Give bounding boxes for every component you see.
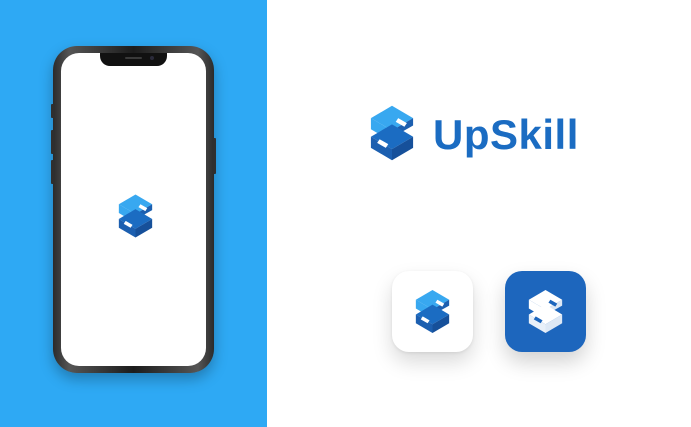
phone-camera-icon — [150, 56, 154, 60]
phone-mockup — [51, 46, 216, 373]
phone-speaker — [125, 57, 142, 59]
mockup-background-panel — [0, 0, 267, 427]
app-icon-dark-logo-icon — [528, 289, 563, 334]
phone-volume-down-button — [51, 160, 54, 184]
phone-power-button — [213, 138, 216, 174]
phone-notch — [100, 53, 167, 66]
phone-screen — [61, 53, 206, 366]
app-icon-light-logo-icon — [415, 289, 450, 334]
phone-volume-up-button — [51, 130, 54, 154]
brand-wordmark: UpSkill — [433, 111, 579, 158]
app-icon-light — [392, 271, 473, 352]
splash-logo-icon — [118, 194, 153, 238]
phone-silent-switch — [51, 104, 54, 118]
brand-logo-icon — [370, 105, 414, 161]
app-icon-dark — [505, 271, 586, 352]
